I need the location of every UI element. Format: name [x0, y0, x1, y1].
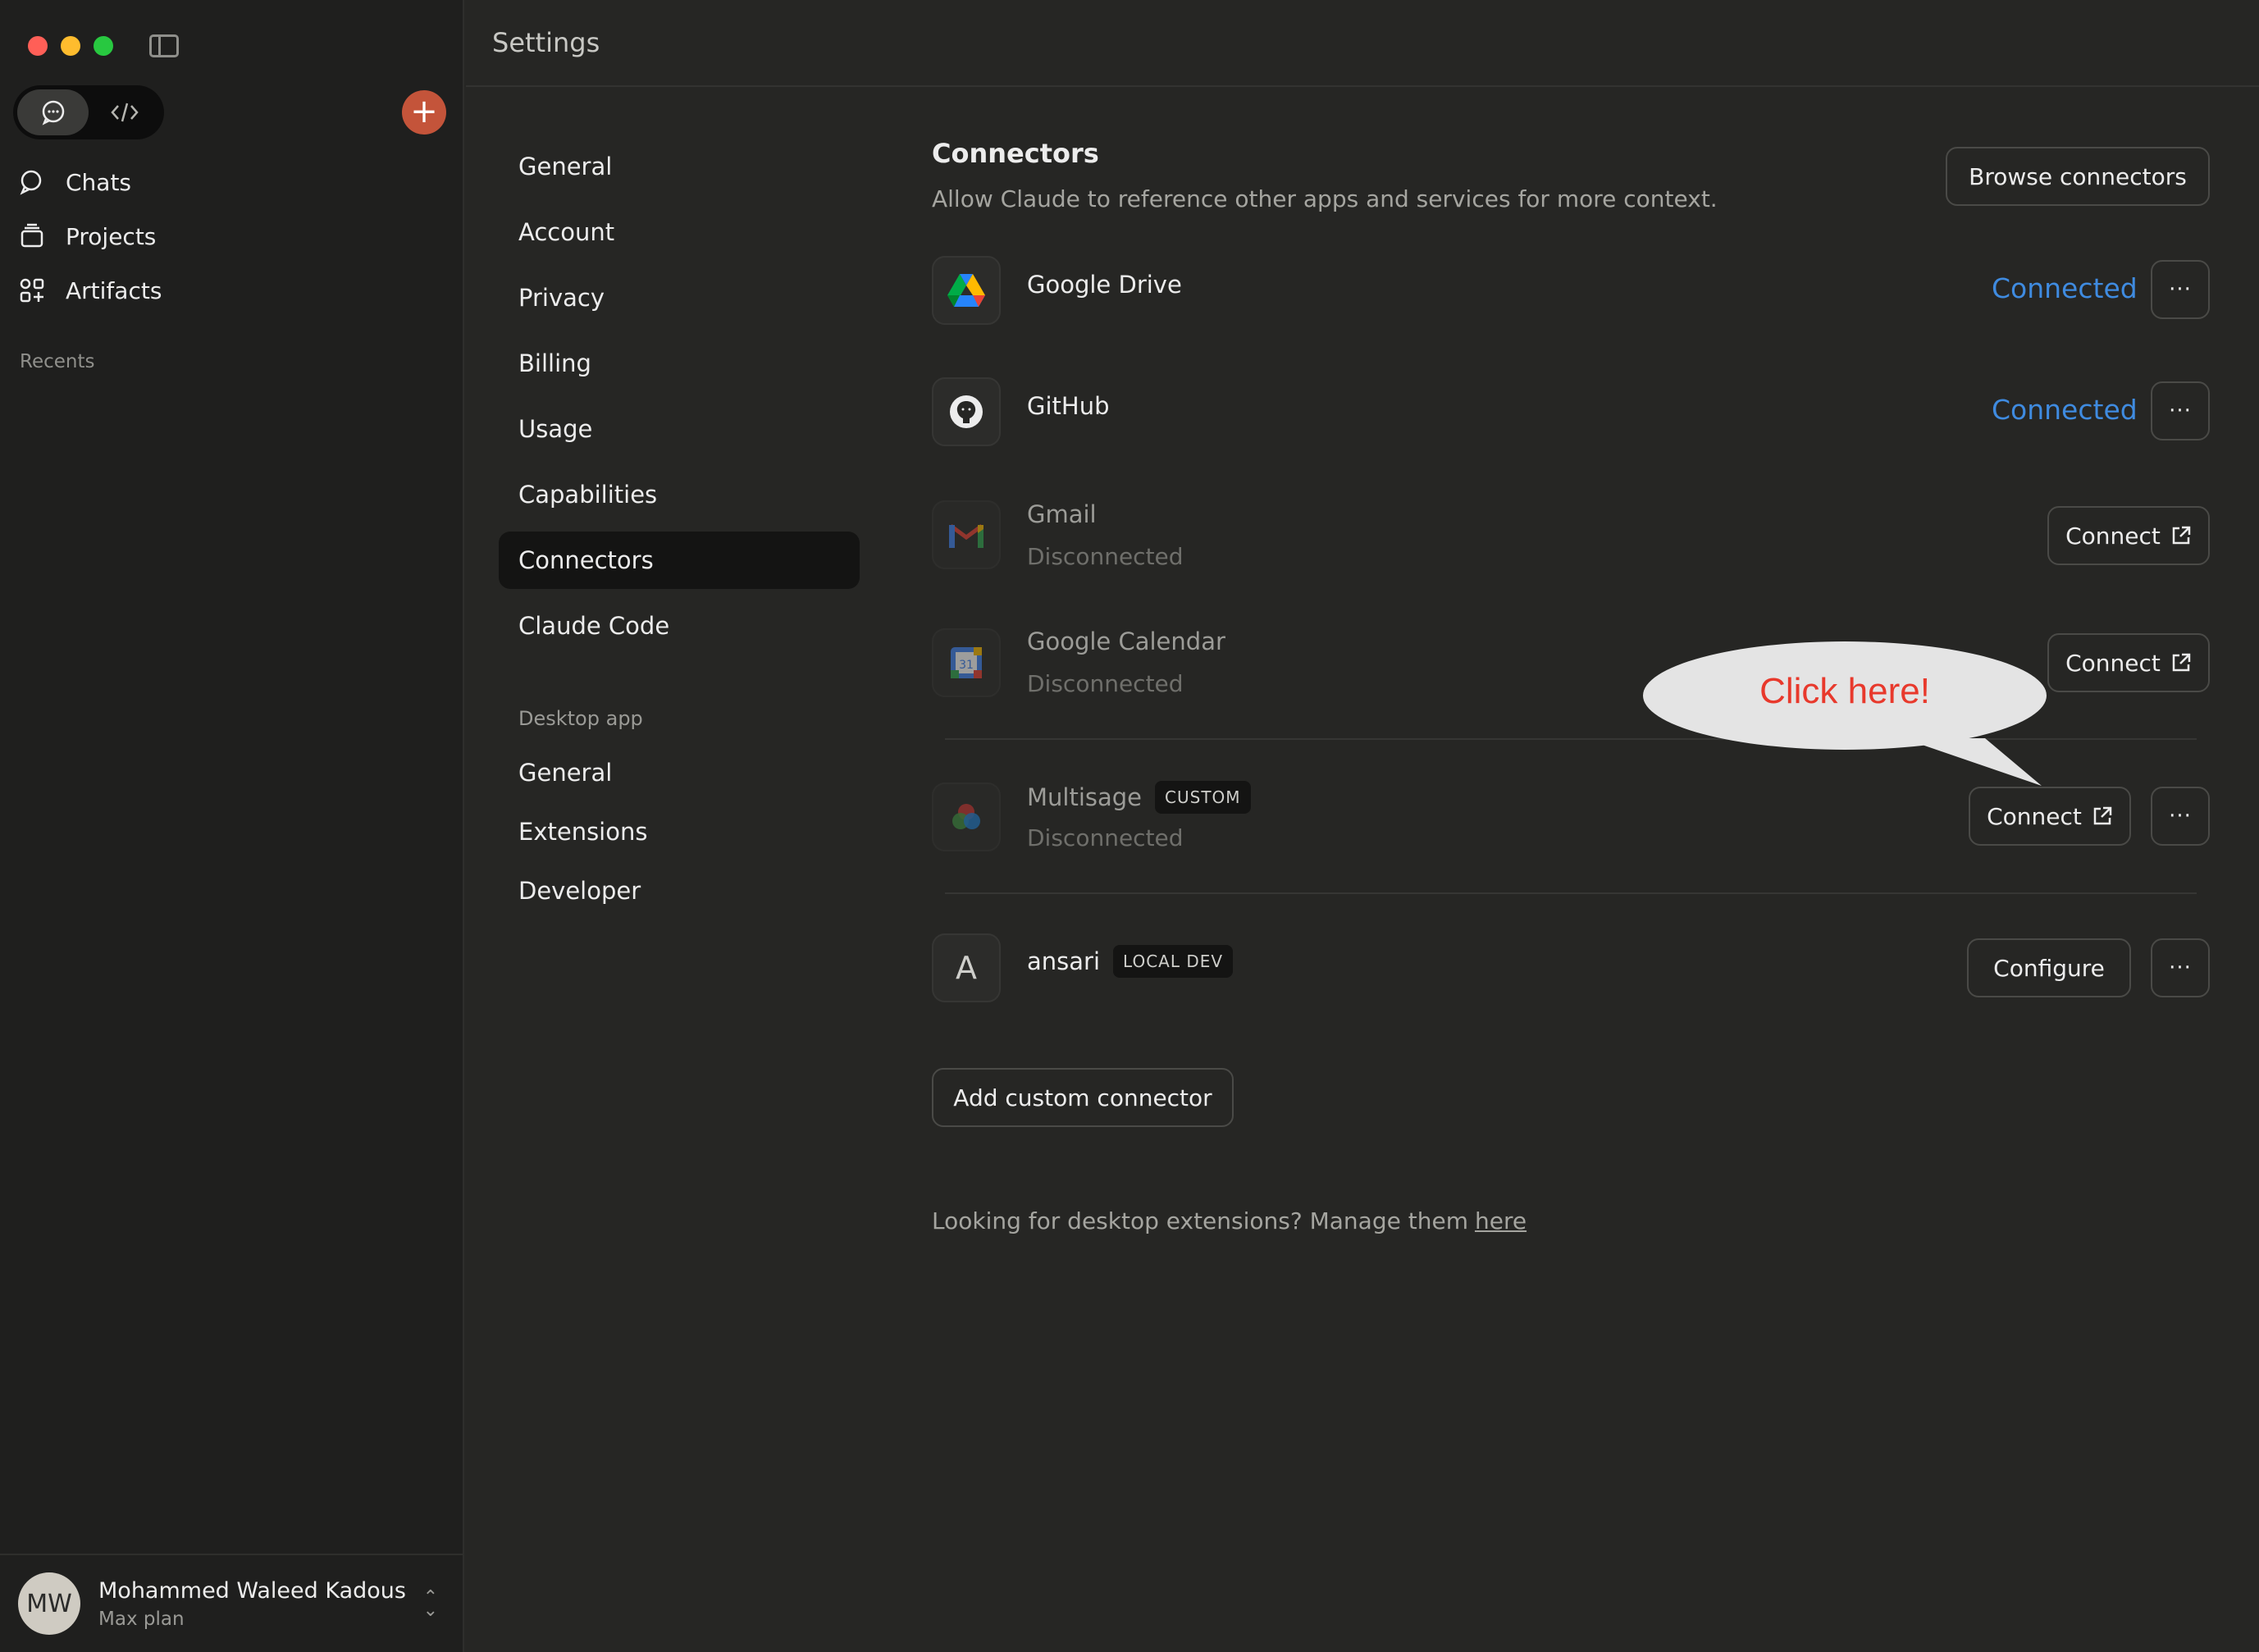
connector-name-multisage: Multisage CUSTOM — [1027, 781, 1251, 814]
more-options-button[interactable]: ··· — [2151, 381, 2210, 440]
connectors-subtitle: Allow Claude to reference other apps and… — [932, 185, 1718, 212]
user-name: Mohammed Waleed Kadous — [98, 1577, 406, 1604]
connect-google-calendar-button[interactable]: Connect — [2047, 633, 2210, 692]
custom-badge: CUSTOM — [1155, 781, 1251, 814]
connector-name-gmail: Gmail — [1027, 500, 1097, 528]
gmail-icon — [932, 500, 1001, 569]
settings-nav-privacy[interactable]: Privacy — [499, 269, 860, 326]
maximize-window-button[interactable] — [94, 36, 113, 56]
mode-switch — [13, 85, 164, 139]
connect-gmail-button[interactable]: Connect — [2047, 506, 2210, 565]
browse-connectors-button[interactable]: Browse connectors — [1946, 147, 2210, 206]
section-divider — [945, 892, 2197, 894]
close-window-button[interactable] — [28, 36, 48, 56]
more-options-button[interactable]: ··· — [2151, 260, 2210, 319]
calendar-day-text: 31 — [959, 659, 974, 672]
sidebar-item-chats[interactable]: Chats — [18, 160, 131, 204]
settings-nav-billing[interactable]: Billing — [499, 335, 860, 392]
connector-name-google-calendar: Google Calendar — [1027, 627, 1225, 655]
sidebar-item-label: Chats — [66, 168, 132, 196]
connector-name-text: ansari — [1027, 947, 1101, 975]
connector-name-ansari: ansari LOCAL DEV — [1027, 945, 1234, 978]
connect-multisage-button[interactable]: Connect — [1969, 787, 2131, 846]
annotation-text: Click here! — [1759, 671, 1930, 711]
settings-nav-claude-code[interactable]: Claude Code — [499, 597, 860, 655]
sidebar-item-artifacts[interactable]: Artifacts — [18, 268, 162, 313]
desktop-extensions-note: Looking for desktop extensions? Manage t… — [932, 1207, 1527, 1234]
sidebar-item-label: Artifacts — [66, 276, 162, 304]
connected-status: Connected — [1992, 272, 2138, 304]
disconnected-status: Disconnected — [1027, 543, 1184, 570]
external-link-icon — [2093, 806, 2112, 825]
connector-name-github: GitHub — [1027, 392, 1110, 420]
user-menu[interactable]: MW Mohammed Waleed Kadous Max plan ⌃ ⌄ — [0, 1554, 463, 1652]
connected-status: Connected — [1992, 394, 2138, 426]
minimize-window-button[interactable] — [61, 36, 80, 56]
desktop-app-section-label: Desktop app — [518, 707, 643, 730]
chat-mode-button[interactable] — [17, 89, 89, 135]
external-link-icon — [2172, 653, 2191, 672]
user-plan: Max plan — [98, 1608, 185, 1630]
projects-icon — [18, 222, 46, 250]
footnote-text: Looking for desktop extensions? Manage t… — [932, 1207, 1468, 1234]
settings-nav-general[interactable]: General — [499, 138, 860, 195]
more-options-button[interactable]: ··· — [2151, 787, 2210, 846]
settings-nav-capabilities[interactable]: Capabilities — [499, 466, 860, 523]
sidebar-item-label: Projects — [66, 222, 157, 250]
chat-bubble-icon — [42, 100, 64, 125]
sidebar-item-projects[interactable]: Projects — [18, 214, 156, 258]
settings-nav-developer[interactable]: Developer — [499, 862, 860, 920]
sidebar-toggle-icon[interactable] — [149, 34, 179, 57]
app-sidebar: + Chats Projects Artifacts Recents MW Mo… — [0, 0, 464, 1652]
manage-extensions-link[interactable]: here — [1475, 1207, 1527, 1234]
chevron-up-down-icon: ⌃ ⌄ — [422, 1587, 438, 1621]
disconnected-status: Disconnected — [1027, 670, 1184, 697]
settings-nav-extensions[interactable]: Extensions — [499, 803, 860, 860]
settings-nav-connectors[interactable]: Connectors — [499, 532, 860, 589]
connector-name-google-drive: Google Drive — [1027, 271, 1182, 299]
avatar: MW — [18, 1572, 80, 1635]
google-drive-icon — [932, 256, 1001, 325]
letter-avatar-icon: A — [932, 933, 1001, 1002]
add-custom-connector-button[interactable]: Add custom connector — [932, 1068, 1234, 1127]
button-label: Connect — [2065, 522, 2161, 550]
code-icon — [110, 103, 139, 122]
section-divider — [945, 738, 2197, 740]
page-title: Settings — [466, 0, 2259, 87]
button-label: Connect — [1987, 802, 2082, 830]
artifacts-icon — [18, 276, 46, 304]
connectors-title: Connectors — [932, 138, 1099, 169]
settings-nav-usage[interactable]: Usage — [499, 400, 860, 458]
google-calendar-icon: 31 — [932, 628, 1001, 697]
connector-name-text: Multisage — [1027, 783, 1143, 811]
github-icon — [932, 377, 1001, 446]
new-chat-button[interactable]: + — [402, 90, 446, 135]
configure-ansari-button[interactable]: Configure — [1967, 938, 2131, 997]
recents-label: Recents — [20, 351, 95, 372]
button-label: Connect — [2065, 649, 2161, 677]
settings-nav-desktop-general[interactable]: General — [499, 744, 860, 801]
settings-nav-account[interactable]: Account — [499, 203, 860, 261]
chat-icon — [18, 168, 46, 196]
external-link-icon — [2172, 526, 2191, 545]
local-dev-badge: LOCAL DEV — [1113, 945, 1234, 978]
code-mode-button[interactable] — [89, 89, 160, 135]
disconnected-status: Disconnected — [1027, 824, 1184, 851]
multisage-icon — [932, 783, 1001, 851]
more-options-button[interactable]: ··· — [2151, 938, 2210, 997]
